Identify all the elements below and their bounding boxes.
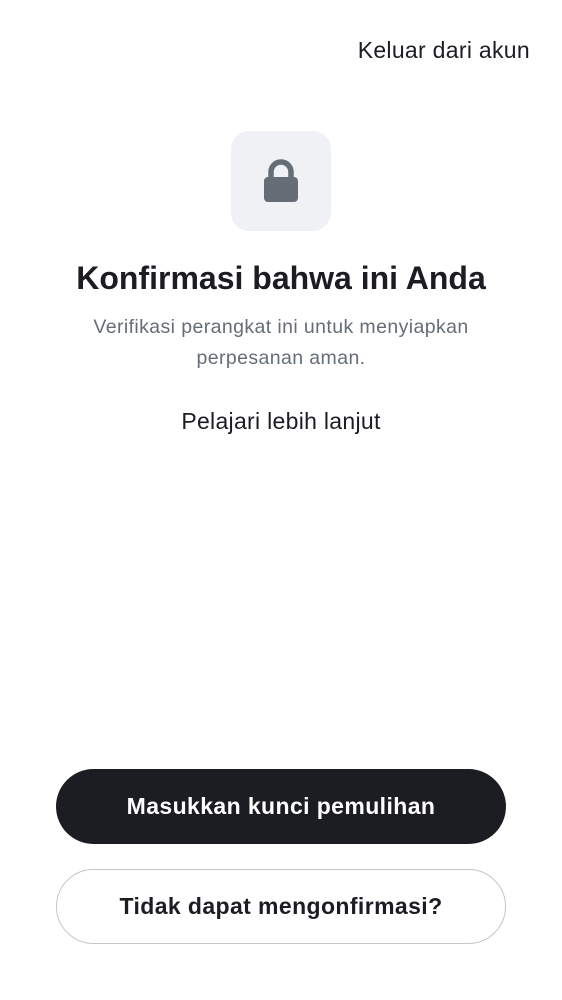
sign-out-link[interactable]: Keluar dari akun: [358, 34, 530, 66]
page-title: Konfirmasi bahwa ini Anda: [76, 260, 486, 296]
learn-more-link[interactable]: Pelajari lebih lanjut: [0, 405, 562, 437]
enter-recovery-key-label: Masukkan kunci pemulihan: [126, 793, 436, 819]
lock-icon: [264, 159, 298, 202]
page-subtitle: Verifikasi perangkat ini untuk menyiapka…: [93, 316, 469, 369]
lock-icon-tile: [231, 131, 331, 231]
cannot-confirm-label: Tidak dapat mengonfirmasi?: [119, 893, 443, 919]
enter-recovery-key-button[interactable]: Masukkan kunci pemulihan: [56, 769, 506, 844]
cannot-confirm-button[interactable]: Tidak dapat mengonfirmasi?: [56, 869, 506, 944]
